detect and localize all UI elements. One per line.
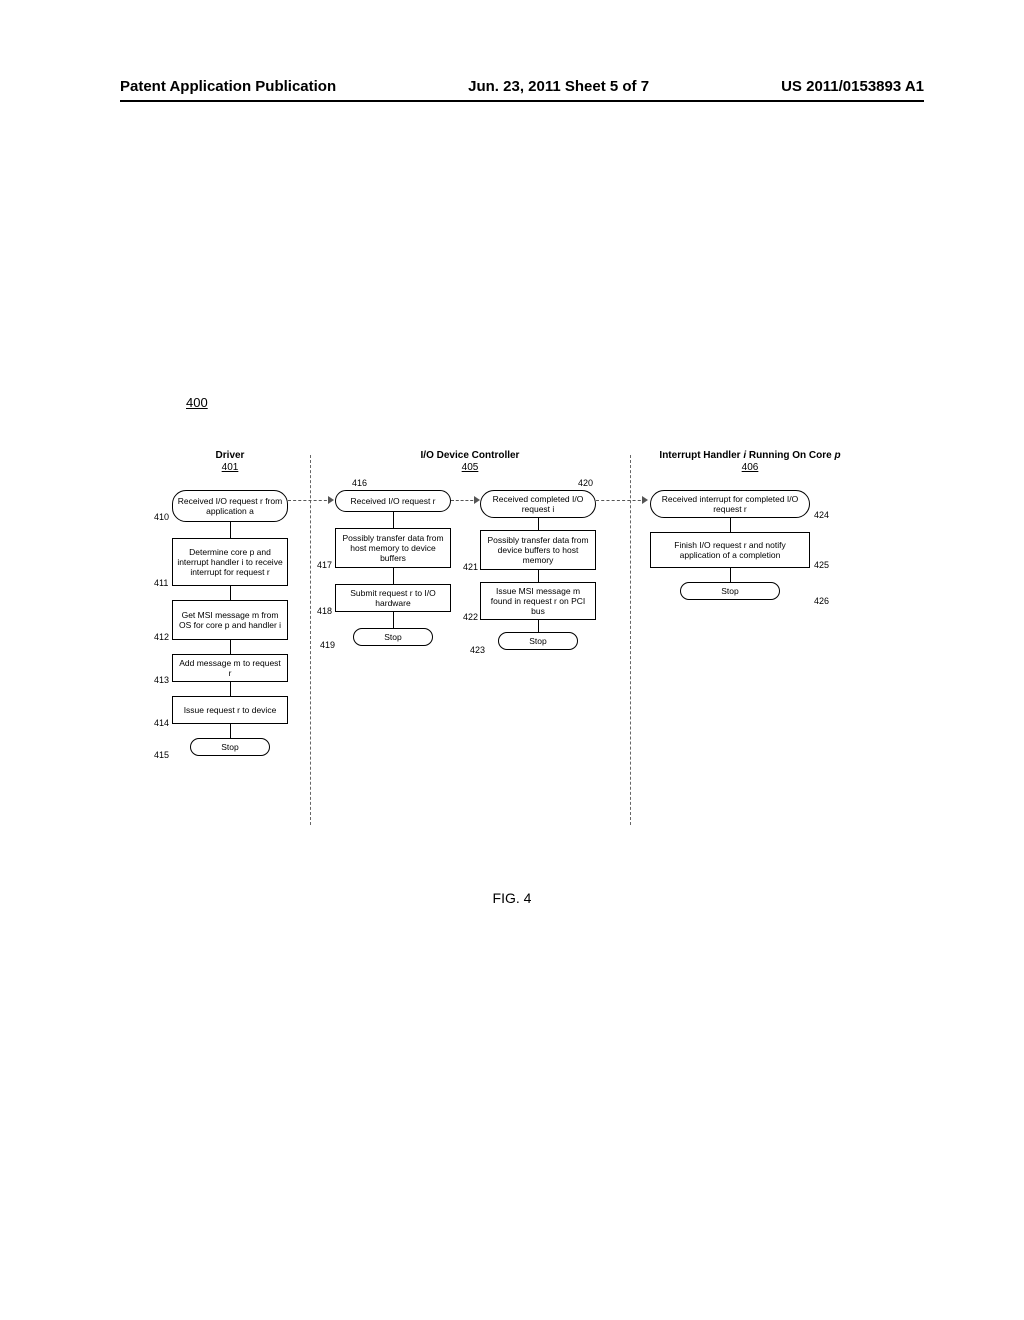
ref-417: 417 (317, 560, 332, 570)
node-received-io-request-driver: Received I/O request r from application … (172, 490, 288, 522)
edge (393, 612, 394, 628)
ref-424: 424 (814, 510, 829, 520)
node-transfer-device-to-host: Possibly transfer data from device buffe… (480, 530, 596, 570)
ref-418: 418 (317, 606, 332, 616)
node-transfer-host-to-device: Possibly transfer data from host memory … (335, 528, 451, 568)
lane-driver-title: Driver401 (160, 450, 300, 474)
ref-423: 423 (470, 645, 485, 655)
swimlane-divider (310, 455, 311, 825)
ref-410: 410 (154, 512, 169, 522)
node-received-completed-request: Received completed I/O request i (480, 490, 596, 518)
lane-handler: Interrupt Handler i Running On Core p 40… (640, 450, 860, 480)
arrowhead-icon (474, 496, 480, 504)
node-issue-request: Issue request r to device (172, 696, 288, 724)
edge (538, 620, 539, 632)
header-center: Jun. 23, 2011 Sheet 5 of 7 (468, 78, 649, 95)
lane-controller: I/O Device Controller405 (330, 450, 610, 480)
edge (538, 518, 539, 530)
arrowhead-icon (328, 496, 334, 504)
dashed-arrow (288, 500, 332, 501)
ref-419: 419 (320, 640, 335, 650)
ref-412: 412 (154, 632, 169, 642)
node-finish-request: Finish I/O request r and notify applicat… (650, 532, 810, 568)
node-determine-core: Determine core p and interrupt handler i… (172, 538, 288, 586)
edge (393, 512, 394, 528)
swimlane-divider (630, 455, 631, 825)
edge (730, 518, 731, 532)
ref-416: 416 (352, 478, 367, 488)
figure-reference-number: 400 (186, 395, 208, 410)
ref-425: 425 (814, 560, 829, 570)
lane-driver: Driver401 (160, 450, 300, 480)
node-stop-driver: Stop (190, 738, 270, 756)
node-stop-handler: Stop (680, 582, 780, 600)
header-left: Patent Application Publication (120, 78, 336, 95)
arrowhead-icon (642, 496, 648, 504)
edge (230, 586, 231, 600)
edge (538, 570, 539, 582)
node-issue-msi: Issue MSI message m found in request r o… (480, 582, 596, 620)
edge (230, 724, 231, 738)
figure-caption: FIG. 4 (0, 890, 1024, 906)
dashed-arrow (596, 500, 646, 501)
ref-422: 422 (463, 612, 478, 622)
edge (393, 568, 394, 584)
node-add-message: Add message m to request r (172, 654, 288, 682)
edge (230, 640, 231, 654)
ref-420: 420 (578, 478, 593, 488)
ref-413: 413 (154, 675, 169, 685)
ref-411: 411 (154, 578, 168, 588)
ref-426: 426 (814, 596, 829, 606)
edge (230, 522, 231, 538)
lane-handler-title: Interrupt Handler i Running On Core p 40… (640, 450, 860, 474)
node-get-msi: Get MSI message m from OS for core p and… (172, 600, 288, 640)
edge (230, 682, 231, 696)
node-received-io-request-controller: Received I/O request r (335, 490, 451, 512)
ref-421: 421 (463, 562, 478, 572)
node-submit-request: Submit request r to I/O hardware (335, 584, 451, 612)
flow-diagram: Driver401 I/O Device Controller405 Inter… (160, 450, 940, 850)
ref-415: 415 (154, 750, 169, 760)
node-stop-controller-2: Stop (498, 632, 578, 650)
node-stop-controller-1: Stop (353, 628, 433, 646)
page-header: Patent Application Publication Jun. 23, … (120, 78, 924, 95)
ref-414: 414 (154, 718, 169, 728)
header-rule (120, 100, 924, 102)
node-received-interrupt: Received interrupt for completed I/O req… (650, 490, 810, 518)
lane-controller-title: I/O Device Controller405 (330, 450, 610, 474)
edge (730, 568, 731, 582)
header-right: US 2011/0153893 A1 (781, 78, 924, 95)
